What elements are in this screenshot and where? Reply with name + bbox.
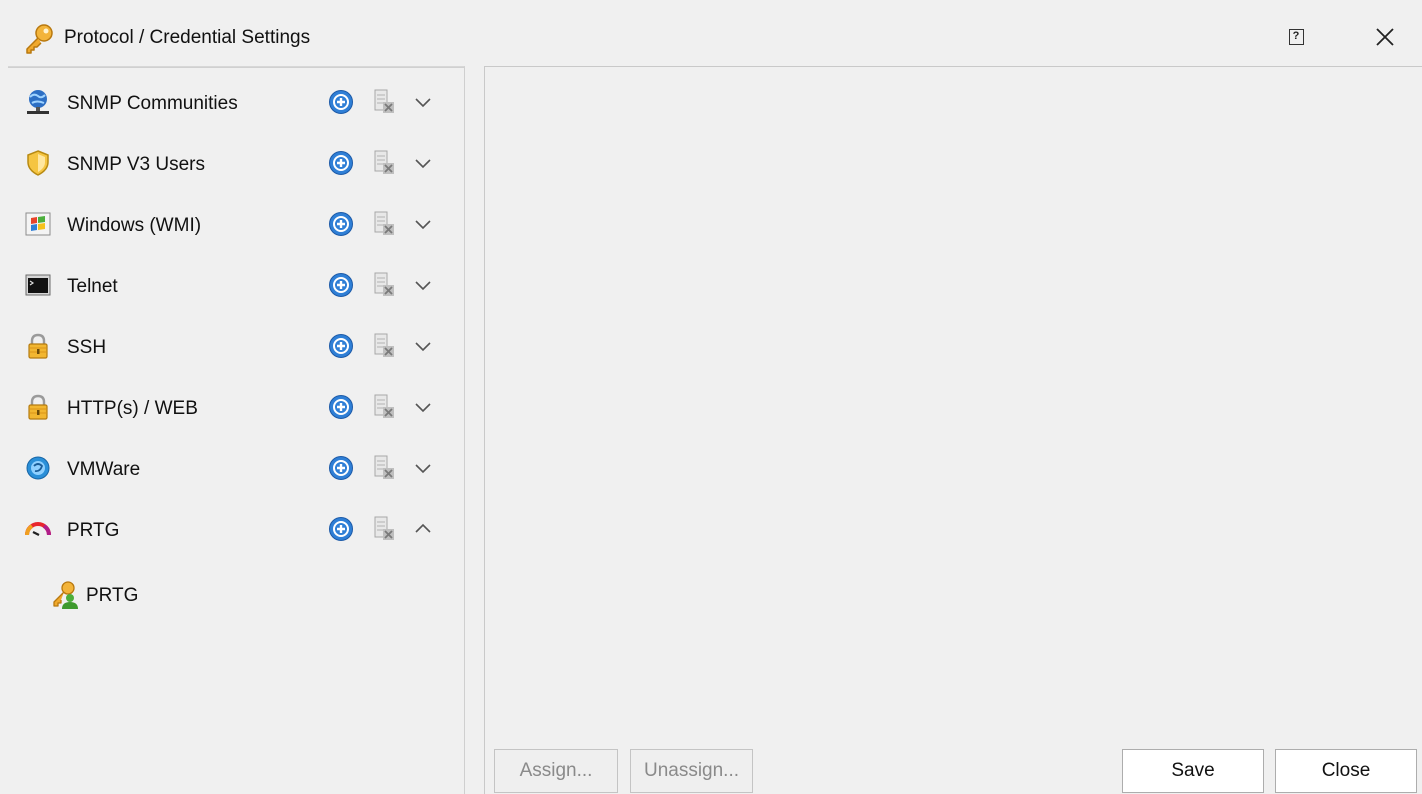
add-icon[interactable]	[328, 150, 354, 176]
divider	[8, 67, 465, 68]
vmware-icon	[26, 456, 50, 480]
protocol-label: HTTP(s) / WEB	[67, 398, 198, 419]
add-icon[interactable]	[328, 516, 354, 542]
protocol-row-snmp-communities[interactable]: SNMP Communities	[8, 76, 448, 126]
terminal-icon	[25, 274, 51, 296]
help-button[interactable]: ?	[1284, 24, 1308, 50]
unassign-button[interactable]: Unassign...	[630, 749, 753, 793]
add-icon[interactable]	[328, 272, 354, 298]
windows-icon	[25, 212, 51, 236]
protocol-row-ssh[interactable]: SSH	[8, 320, 448, 370]
protocol-row-snmp-v3-users[interactable]: SNMP V3 Users	[8, 137, 448, 187]
protocol-label: VMWare	[67, 459, 141, 480]
delete-icon[interactable]	[372, 393, 396, 421]
delete-icon[interactable]	[372, 454, 396, 482]
delete-icon[interactable]	[372, 332, 396, 360]
close-button[interactable]: Close	[1275, 749, 1417, 793]
key-user-icon	[53, 581, 78, 609]
delete-icon[interactable]	[372, 149, 396, 177]
lock-icon	[28, 394, 48, 420]
credential-details-panel	[484, 66, 1422, 794]
lock-icon	[28, 333, 48, 359]
protocol-label: Windows (WMI)	[67, 215, 202, 236]
help-icon: ?	[1288, 29, 1304, 45]
chevron-up-icon[interactable]	[412, 519, 434, 539]
delete-icon[interactable]	[372, 88, 396, 116]
protocol-list-panel: SNMP Communities SNMP V3 Users Windows (…	[8, 66, 465, 794]
add-icon[interactable]	[328, 211, 354, 237]
chevron-down-icon[interactable]	[412, 92, 434, 112]
chevron-down-icon[interactable]	[412, 458, 434, 478]
chevron-down-icon[interactable]	[412, 397, 434, 417]
window-title: Protocol / Credential Settings	[64, 27, 311, 48]
delete-icon[interactable]	[372, 515, 396, 543]
add-icon[interactable]	[328, 333, 354, 359]
shield-icon	[27, 150, 49, 176]
save-button[interactable]: Save	[1122, 749, 1264, 793]
chevron-down-icon[interactable]	[412, 153, 434, 173]
protocol-label: PRTG	[67, 520, 120, 541]
chevron-down-icon[interactable]	[412, 336, 434, 356]
close-window-icon[interactable]	[1370, 22, 1400, 52]
prtg-gauge-icon	[25, 522, 51, 536]
protocol-row-vmware[interactable]: VMWare	[8, 442, 448, 492]
protocol-row-http-web[interactable]: HTTP(s) / WEB	[8, 381, 448, 431]
key-icon	[26, 24, 53, 54]
assign-button[interactable]: Assign...	[494, 749, 618, 793]
add-icon[interactable]	[328, 455, 354, 481]
chevron-down-icon[interactable]	[412, 214, 434, 234]
credential-item-prtg[interactable]: PRTG	[48, 575, 248, 615]
chevron-down-icon[interactable]	[412, 275, 434, 295]
delete-icon[interactable]	[372, 210, 396, 238]
title-bar: Protocol / Credential Settings ?	[0, 0, 1422, 66]
protocol-label: SNMP Communities	[67, 93, 238, 114]
protocol-row-windows-wmi[interactable]: Windows (WMI)	[8, 198, 448, 248]
globe-network-icon	[27, 90, 49, 114]
protocol-label: Telnet	[67, 276, 118, 297]
add-icon[interactable]	[328, 394, 354, 420]
protocol-row-telnet[interactable]: Telnet	[8, 259, 448, 309]
delete-icon[interactable]	[372, 271, 396, 299]
protocol-label: SNMP V3 Users	[67, 154, 205, 175]
credential-label: PRTG	[86, 585, 139, 606]
protocol-row-prtg[interactable]: PRTG	[8, 503, 448, 553]
protocol-label: SSH	[67, 337, 107, 358]
add-icon[interactable]	[328, 89, 354, 115]
